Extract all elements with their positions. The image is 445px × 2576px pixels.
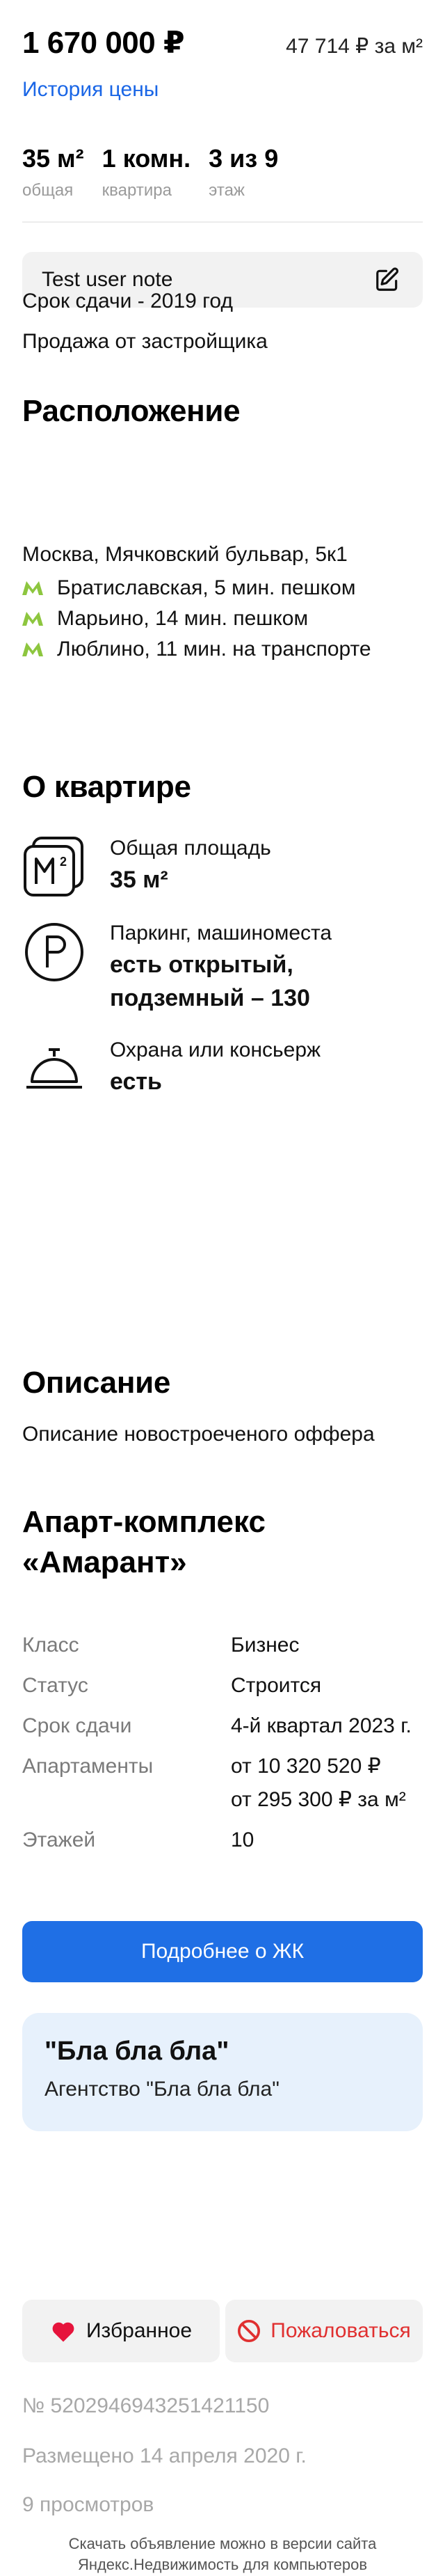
param-label: этаж	[209, 181, 245, 200]
feature-parking: Паркинг, машиноместа есть открытый, подз…	[22, 920, 423, 1015]
feature-value: есть	[110, 1068, 162, 1095]
spec-value: Бизнес	[231, 1634, 300, 1657]
area-icon: 2	[24, 837, 83, 896]
user-note-text: Test user note	[42, 268, 173, 291]
spec-row: Класс Бизнес	[22, 1629, 423, 1662]
feature-value: 35 м²	[110, 867, 168, 893]
feature-title: Паркинг, машиноместа	[110, 922, 332, 945]
spec-value: от 295 300 ₽ за м²	[231, 1788, 406, 1811]
offer-actions: Избранное Пожаловаться	[22, 2300, 423, 2362]
metro-icon	[22, 642, 43, 656]
report-label: Пожаловаться	[270, 2319, 411, 2342]
price-row: 1 670 000 ₽ 47 714 ₽ за м²	[22, 25, 423, 64]
spec-value: 4-й квартал 2023 г.	[231, 1714, 412, 1737]
agency-name: "Бла бла бла"	[44, 2037, 229, 2066]
metro-station: Братиславская, 5 мин. пешком	[22, 576, 355, 600]
description-text: Описание новостроеченого оффера	[22, 1423, 375, 1446]
param-label: общая	[22, 181, 74, 200]
deadline-text: Срок сдачи - 2019 год	[22, 290, 233, 313]
metro-station: Люблино, 11 мин. на транспорте	[22, 638, 371, 661]
metro-station: Марьино, 14 мин. пешком	[22, 607, 308, 631]
metro-icon	[22, 612, 43, 626]
metro-station-text: Люблино, 11 мин. на транспорте	[57, 638, 371, 661]
param-area: 35 м² общая	[22, 143, 84, 200]
favorite-button[interactable]: Избранное	[22, 2300, 220, 2362]
spec-row: Статус Строится	[22, 1669, 423, 1702]
spec-key: Этажей	[22, 1828, 96, 1851]
spec-key: Срок сдачи	[22, 1714, 132, 1737]
report-button[interactable]: Пожаловаться	[225, 2300, 423, 2362]
prohibited-icon	[238, 2319, 261, 2343]
desktop-version-note[interactable]: Скачать объявление можно в версии сайта …	[22, 2534, 423, 2575]
feature-title: Общая площадь	[110, 837, 271, 860]
param-rooms: 1 комн. квартира	[102, 143, 191, 200]
spec-value: от 10 320 520 ₽	[231, 1755, 381, 1778]
feature-body: Охрана или консьерж есть	[110, 1037, 321, 1101]
metro-station-text: Братиславская, 5 мин. пешком	[57, 576, 356, 599]
offer-id: № 5202946943251421150	[22, 2394, 270, 2417]
address: Москва, Мячковский бульвар, 5к1	[22, 543, 348, 566]
feature-body: Паркинг, машиноместа есть открытый, подз…	[110, 920, 339, 1015]
location-heading: Расположение	[22, 394, 241, 428]
price-history-link[interactable]: История цены	[22, 78, 159, 102]
concierge-bell-icon	[26, 1048, 82, 1089]
spec-key: Статус	[22, 1674, 88, 1697]
spec-row: Этажей 10	[22, 1824, 423, 1857]
param-value: 1 комн.	[102, 144, 191, 173]
price-per-m2: 47 714 ₽ за м²	[286, 35, 423, 58]
spec-value: 10	[231, 1828, 254, 1851]
complex-title: Апарт-комплекс «Амарант»	[22, 1505, 266, 1579]
favorite-label: Избранное	[86, 2319, 193, 2342]
feature-area: 2 Общая площадь 35 м²	[22, 835, 423, 899]
complex-details-button[interactable]: Подробнее о ЖК	[22, 1921, 423, 1982]
views-count: 9 просмотров	[22, 2493, 154, 2516]
feature-value: есть открытый, подземный – 130	[110, 951, 310, 1011]
param-value: 3 из 9	[209, 144, 279, 173]
heart-icon	[52, 2322, 74, 2342]
seller-text: Продажа от застройщика	[22, 330, 268, 353]
param-label: квартира	[102, 181, 172, 200]
agency-card[interactable]: "Бла бла бла" Агентство "Бла бла бла"	[22, 2013, 423, 2131]
complex-specs: Класс Бизнес Статус Строится Срок сдачи …	[22, 1629, 423, 1857]
spec-value: Строится	[231, 1674, 322, 1697]
spec-key: Класс	[22, 1634, 79, 1657]
param-value: 35 м²	[22, 144, 84, 173]
offer-page: 1 670 000 ₽ 47 714 ₽ за м² История цены …	[0, 0, 445, 2576]
metro-icon	[22, 581, 43, 595]
price: 1 670 000 ₽	[22, 26, 185, 60]
about-heading: О квартире	[22, 770, 191, 804]
parking-icon	[25, 923, 83, 981]
edit-icon[interactable]	[371, 264, 403, 296]
offer-params: 35 м² общая 1 комн. квартира 3 из 9 этаж	[22, 143, 278, 200]
description-heading: Описание	[22, 1366, 171, 1400]
param-floor: 3 из 9 этаж	[209, 143, 278, 200]
spec-key: Апартаменты	[22, 1755, 154, 1778]
published-date: Размещено 14 апреля 2020 г.	[22, 2444, 307, 2467]
divider	[22, 221, 423, 223]
svg-text:2: 2	[60, 855, 67, 869]
feature-title: Охрана или консьерж	[110, 1038, 321, 1061]
spec-row: Срок сдачи 4-й квартал 2023 г.	[22, 1709, 423, 1743]
spec-row: Апартаменты от 10 320 520 ₽ от 295 300 ₽…	[22, 1750, 423, 1817]
agency-subtitle: Агентство "Бла бла бла"	[44, 2078, 280, 2101]
feature-body: Общая площадь 35 м²	[110, 835, 271, 899]
feature-security: Охрана или консьерж есть	[22, 1037, 423, 1101]
metro-station-text: Марьино, 14 мин. пешком	[57, 607, 309, 630]
